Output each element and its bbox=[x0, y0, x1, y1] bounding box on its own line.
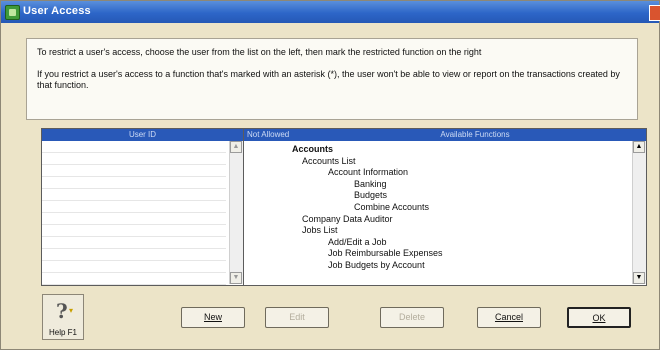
user-row[interactable] bbox=[42, 153, 226, 165]
function-label: Account Information bbox=[328, 167, 409, 178]
instruction-text-1: To restrict a user's access, choose the … bbox=[37, 47, 482, 57]
function-label: Company Data Auditor bbox=[302, 213, 393, 224]
user-id-list[interactable]: User ID ▲ ▼ bbox=[41, 128, 244, 286]
scroll-up-button[interactable]: ▲ bbox=[230, 141, 242, 153]
function-row[interactable]: Jobs List bbox=[244, 225, 630, 236]
app-icon bbox=[5, 5, 20, 20]
user-row[interactable] bbox=[42, 273, 226, 285]
function-label: Job Reimbursable Expenses bbox=[328, 248, 443, 259]
new-button[interactable]: New bbox=[181, 307, 245, 328]
functions-list[interactable]: Not Allowed Available Functions Accounts… bbox=[243, 128, 647, 286]
instructions-panel: To restrict a user's access, choose the … bbox=[26, 38, 638, 120]
user-id-header[interactable]: User ID bbox=[42, 129, 243, 141]
window-title: User Access bbox=[23, 5, 91, 17]
available-functions-header[interactable]: Available Functions bbox=[304, 129, 646, 141]
cancel-button[interactable]: Cancel bbox=[477, 307, 541, 328]
user-row[interactable] bbox=[42, 165, 226, 177]
user-row[interactable] bbox=[42, 237, 226, 249]
cancel-label: Cancel bbox=[494, 312, 523, 322]
functions-scrollbar[interactable]: ▲ ▼ bbox=[632, 141, 646, 284]
instruction-text-2: If you restrict a user's access to a fun… bbox=[37, 69, 620, 90]
function-row[interactable]: Accounts bbox=[244, 144, 630, 155]
delete-label: Delete bbox=[398, 312, 425, 322]
user-row[interactable] bbox=[42, 261, 226, 273]
user-row[interactable] bbox=[42, 249, 226, 261]
not-allowed-header[interactable]: Not Allowed bbox=[244, 129, 304, 141]
user-row[interactable] bbox=[42, 225, 226, 237]
function-rows[interactable]: Accounts Accounts List Account Information… bbox=[244, 141, 630, 285]
function-label: Job Budgets by Account bbox=[328, 260, 425, 270]
user-list-scrollbar[interactable]: ▲ ▼ bbox=[229, 141, 243, 284]
edit-label: Edit bbox=[289, 312, 305, 322]
function-label: Accounts List bbox=[302, 155, 356, 166]
user-access-window: User Access To restrict a user's access,… bbox=[0, 0, 660, 350]
user-row[interactable] bbox=[42, 201, 226, 213]
help-button[interactable]: ? ▾ Help F1 bbox=[42, 294, 84, 340]
function-row[interactable]: Budgets bbox=[244, 190, 630, 201]
function-label: Accounts bbox=[292, 144, 334, 154]
user-row[interactable] bbox=[42, 141, 226, 153]
function-row[interactable]: Company Data Auditor bbox=[244, 214, 630, 225]
close-button[interactable] bbox=[649, 5, 660, 21]
scroll-down-button[interactable]: ▼ bbox=[633, 272, 645, 284]
function-row[interactable]: Add/Edit a Job bbox=[244, 237, 630, 248]
function-row[interactable]: Combine Accounts bbox=[244, 202, 630, 213]
new-label: New bbox=[203, 312, 222, 322]
scroll-up-button[interactable]: ▲ bbox=[633, 141, 645, 153]
function-label: Budgets bbox=[354, 190, 388, 201]
ok-button[interactable]: OK bbox=[567, 307, 631, 328]
user-rows[interactable] bbox=[42, 141, 226, 285]
function-label: Add/Edit a Job bbox=[328, 236, 387, 247]
edit-button[interactable]: Edit bbox=[265, 307, 329, 328]
function-label: Banking bbox=[354, 178, 387, 189]
scroll-down-button[interactable]: ▼ bbox=[230, 272, 242, 284]
function-row[interactable]: Job Reimbursable Expenses bbox=[244, 248, 630, 259]
function-label: Combine Accounts bbox=[354, 202, 430, 212]
delete-button[interactable]: Delete bbox=[380, 307, 444, 328]
question-mark-icon: ? bbox=[56, 299, 68, 323]
title-bar: User Access bbox=[1, 1, 660, 23]
ok-label: OK bbox=[592, 313, 606, 323]
user-row[interactable] bbox=[42, 213, 226, 225]
help-arrow-icon: ▾ bbox=[69, 306, 74, 315]
help-label: Help F1 bbox=[48, 328, 77, 337]
function-label: Jobs List bbox=[302, 225, 338, 236]
user-row[interactable] bbox=[42, 177, 226, 189]
function-row[interactable]: Account Information bbox=[244, 167, 630, 178]
function-row[interactable]: Accounts List bbox=[244, 156, 630, 167]
function-row[interactable]: Job Budgets by Account bbox=[244, 260, 630, 271]
user-row[interactable] bbox=[42, 189, 226, 201]
function-row[interactable]: Banking bbox=[244, 179, 630, 190]
